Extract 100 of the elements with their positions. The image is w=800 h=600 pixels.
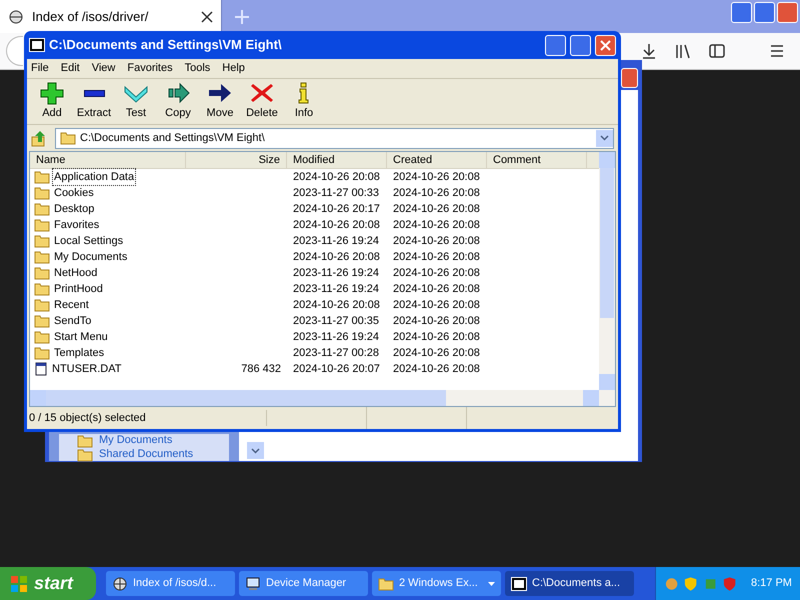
table-cell-text: 786 432 [241, 362, 281, 377]
file-name[interactable]: NetHood [52, 264, 100, 282]
table-cell: 2024-10-26 20:08 [393, 170, 480, 183]
minimize-button[interactable] [545, 34, 566, 56]
column-header[interactable]: Modified [287, 152, 387, 168]
clock: 8:17 PM [751, 576, 792, 592]
table-cell: 2023-11-27 00:33 [293, 186, 380, 199]
toolbar-button[interactable]: Info [285, 81, 323, 122]
close-icon[interactable] [201, 10, 213, 22]
menu-item[interactable]: File [31, 60, 49, 77]
table-cell: 2024-10-26 20:08 [393, 330, 480, 343]
minimize-button[interactable] [731, 2, 752, 23]
taskbar-button[interactable]: Index of /isos/d... [106, 571, 235, 596]
folder-icon [77, 448, 93, 462]
chevron-icon [600, 135, 609, 141]
table-cell: 2024-10-26 20:08 [393, 298, 480, 311]
file-name[interactable]: Recent [52, 296, 91, 314]
browser-tab[interactable]: Index of /isos/driver/ [0, 0, 222, 33]
table-cell: 2023-11-26 19:24 [293, 266, 380, 279]
file-name[interactable]: Desktop [52, 200, 96, 218]
table-cell: 2024-10-26 20:08 [393, 234, 480, 247]
horizontal-scrollbar[interactable] [30, 390, 615, 406]
table-cell: 2023-11-26 19:24 [293, 282, 380, 295]
chevron-icon [251, 448, 260, 454]
table-cell: 2023-11-27 00:35 [293, 314, 380, 327]
folder-icon [34, 234, 50, 248]
taskbar-button[interactable]: C:\Documents a... [505, 571, 634, 596]
close-button[interactable] [621, 68, 638, 88]
toolbar-button[interactable]: Add [33, 81, 71, 122]
status-text: 0 / 15 object(s) selected [27, 410, 267, 426]
table-cell: 2023-11-26 19:24 [293, 234, 380, 247]
close-button[interactable] [777, 2, 798, 23]
table-cell: 2024-10-26 20:08 [393, 250, 480, 263]
file-name[interactable]: Start Menu [52, 328, 110, 346]
toolbar-button[interactable]: Extract [75, 81, 113, 122]
file-icon [34, 362, 48, 376]
file-name[interactable]: Favorites [52, 216, 102, 234]
file-name[interactable]: NTUSER.DAT [50, 360, 124, 378]
table-cell: 2024-10-26 20:08 [393, 282, 480, 295]
start-button[interactable]: start [0, 567, 96, 600]
restore-button[interactable] [754, 2, 775, 23]
vertical-scrollbar[interactable] [599, 152, 615, 390]
table-cell: 2024-10-26 20:17 [293, 202, 380, 215]
table-cell: 2024-10-26 20:08 [393, 186, 480, 199]
download-icon[interactable] [640, 42, 658, 60]
menu-item[interactable]: Help [222, 60, 245, 77]
maximize-button[interactable] [570, 34, 591, 56]
menu-item[interactable]: Favorites [127, 60, 173, 77]
globe-icon [8, 8, 24, 24]
file-name[interactable]: Application Data [52, 168, 136, 186]
file-name[interactable]: Local Settings [52, 232, 126, 250]
column-header[interactable]: Size [186, 152, 287, 168]
close-button[interactable] [595, 34, 616, 56]
folder-icon [34, 314, 50, 328]
toolbar-button[interactable]: Delete [243, 81, 281, 122]
file-name[interactable]: Templates [52, 344, 106, 362]
table-cell: 2024-10-26 20:08 [293, 250, 380, 263]
folder-icon [34, 186, 50, 200]
taskbar-button[interactable]: 2 Windows Ex... [372, 571, 501, 596]
column-header[interactable]: Name [30, 152, 186, 168]
table-cell: 2024-10-26 20:08 [393, 202, 480, 215]
file-name[interactable]: Cookies [52, 184, 96, 202]
caret-icon [488, 582, 495, 586]
table-cell: 2023-11-27 00:28 [293, 346, 380, 359]
column-header[interactable]: Comment [487, 152, 587, 168]
table-cell: 2024-10-26 20:08 [393, 218, 480, 231]
table-cell: 2024-10-26 20:08 [293, 170, 380, 183]
sidebar-item[interactable]: Shared Documents [77, 448, 194, 461]
table-cell: 2024-10-26 20:08 [393, 266, 480, 279]
toolbar-button[interactable]: Test [117, 81, 155, 122]
archive-icon [29, 38, 45, 52]
toolbar-button[interactable]: Copy [159, 81, 197, 122]
taskbar-button[interactable]: Device Manager [239, 571, 368, 596]
minus-icon [84, 90, 104, 97]
folder-icon [378, 576, 394, 590]
table-cell: 2024-10-26 20:08 [393, 362, 480, 375]
file-name[interactable]: My Documents [52, 248, 130, 266]
toolbar-button[interactable]: Move [201, 81, 239, 122]
globe-icon [112, 576, 128, 592]
address-field[interactable]: C:\Documents and Settings\VM Eight\ [55, 128, 614, 148]
file-name[interactable]: SendTo [52, 312, 94, 330]
library-icon[interactable] [674, 42, 692, 60]
column-header[interactable]: Created [387, 152, 487, 168]
folder-icon [34, 346, 50, 360]
menu-item[interactable]: View [92, 60, 116, 77]
archive-icon [511, 576, 527, 590]
menu-item[interactable]: Tools [184, 60, 210, 77]
dropdown-button[interactable] [247, 442, 264, 459]
dropdown-button[interactable] [596, 130, 613, 146]
sidebar-item[interactable]: My Documents [77, 434, 172, 447]
computer-icon [245, 576, 261, 592]
folder-icon [34, 218, 50, 232]
folder-icon [34, 282, 50, 296]
file-name[interactable]: PrintHood [52, 280, 105, 298]
table-cell: 2023-11-26 19:24 [293, 330, 380, 343]
folder-icon [34, 298, 50, 312]
folder-icon [34, 250, 50, 264]
sidebar-icon[interactable] [708, 42, 726, 60]
close-icon [600, 40, 611, 50]
menu-item[interactable]: Edit [60, 60, 80, 77]
